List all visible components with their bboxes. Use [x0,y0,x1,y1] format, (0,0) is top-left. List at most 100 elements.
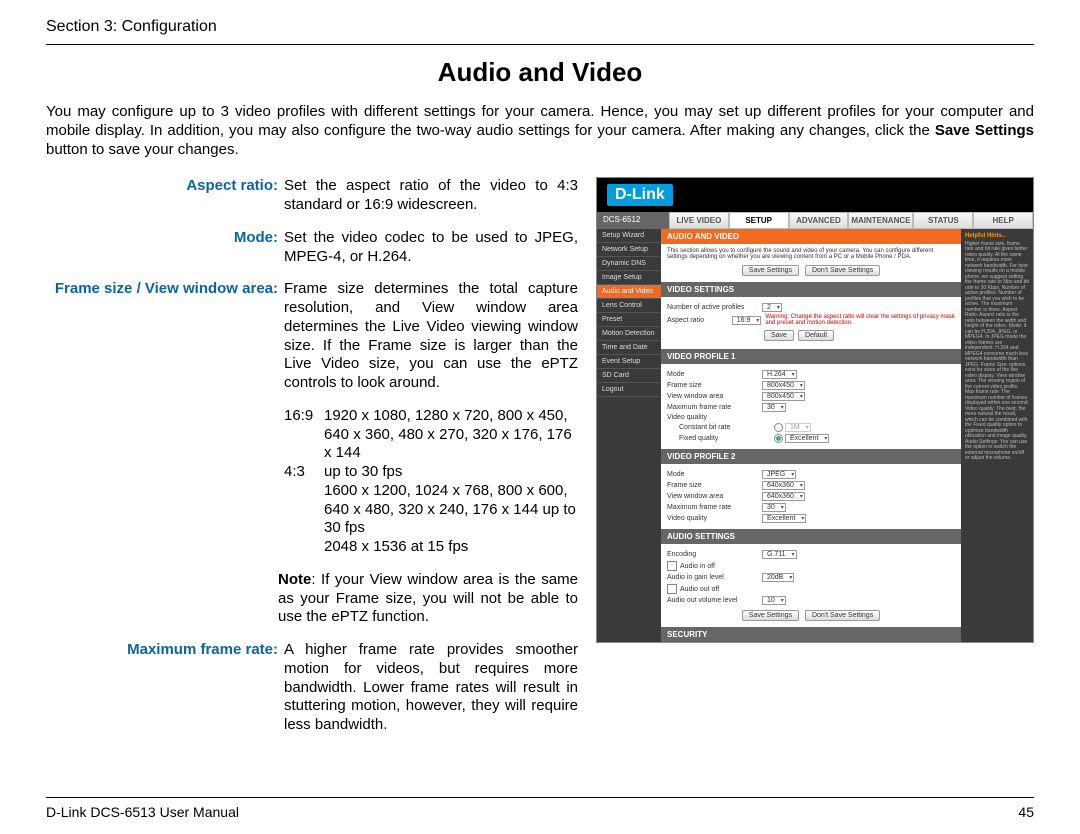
footer-page: 45 [1018,804,1034,820]
side-lens-control[interactable]: Lens Control [597,299,661,313]
vp1-lab-mfr: Maximum frame rate [667,404,762,411]
tab-advanced[interactable]: ADVANCED [789,212,849,229]
save-settings-bottom[interactable]: Save Settings [742,610,799,621]
ratio-43-line2: 640 x 480, 320 x 240, 176 x 144 up to 30… [324,501,578,539]
note-bold: Note [278,571,311,588]
shot-tabs: DCS-6512 LIVE VIDEO SETUP ADVANCED MAINT… [597,212,1033,229]
vp1-radio-cbr[interactable] [774,423,783,432]
vp1-radio-fq[interactable] [774,434,783,443]
vp1-fq[interactable]: Excellent [785,434,829,443]
vp1-lab-fq: Fixed quality [667,435,774,442]
side-audio-video[interactable]: Audio and Video [597,285,661,299]
vp2-vq[interactable]: Excellent [762,514,806,523]
vp2-lab-vw: View window area [667,493,762,500]
vp1-fs[interactable]: 800x450 [762,381,805,390]
def-aspect-label: Aspect ratio: [46,177,284,215]
vp2-lab-mode: Mode [667,471,762,478]
def-maxfr-body: A higher frame rate provides smoother mo… [284,641,578,735]
side-logout[interactable]: Logout [597,383,661,397]
vp2-lab-fs: Frame size [667,482,762,489]
shot-hints: Helpful Hints.. Higher frame size, frame… [961,229,1033,642]
hints-body: Higher frame size, frame rate and bit ra… [965,242,1029,462]
as-lab-enc: Encoding [667,551,762,558]
vp2-mode[interactable]: JPEG [762,470,796,479]
section-header: Section 3: Configuration [46,18,1034,45]
model-label: DCS-6512 [597,212,669,229]
save-settings-top[interactable]: Save Settings [742,265,799,276]
shot-sidebar: Setup Wizard Network Setup Dynamic DNS I… [597,229,661,642]
ratio-43-line3: 2048 x 1536 at 15 fps [324,538,578,557]
page-title: Audio and Video [46,57,1034,88]
hints-title: Helpful Hints.. [965,233,1029,240]
side-sd-card[interactable]: SD Card [597,369,661,383]
lab-aspect: Aspect ratio [667,317,732,324]
tab-live-video[interactable]: LIVE VIDEO [669,212,729,229]
as-vol-lab: Audio out volume level [667,597,762,604]
vp1-mode[interactable]: H.264 [762,370,797,379]
side-network-setup[interactable]: Network Setup [597,243,661,257]
chk-audio-in[interactable] [667,561,677,571]
as-vol[interactable]: 10 [762,596,786,605]
intro-part1: You may configure up to 3 video profiles… [46,103,1034,139]
vp1-lab-cbr: Constant bit rate [667,424,774,431]
intro-part2: button to save your changes. [46,141,239,158]
tab-maintenance[interactable]: MAINTENANCE [848,212,913,229]
side-preset[interactable]: Preset [597,313,661,327]
ratio-169-line3: up to 30 fps [324,463,578,482]
side-image-setup[interactable]: Image Setup [597,271,661,285]
band-security: SECURITY [661,627,961,642]
ratio-43: 4:3 [284,463,324,482]
def-mode-body: Set the video codec to be used to JPEG, … [284,229,578,267]
as-gain[interactable]: 20dB [762,573,794,582]
vp2-vw[interactable]: 640x360 [762,492,805,501]
chk-audio-out[interactable] [667,584,677,594]
aspect-warning: Warning: Change the aspect ratio will cl… [765,314,955,326]
vp1-lab-mode: Mode [667,371,762,378]
side-event-setup[interactable]: Event Setup [597,355,661,369]
band-vp2: VIDEO PROFILE 2 [661,449,961,464]
as-enc[interactable]: G.711 [762,550,797,559]
side-motion[interactable]: Motion Detection [597,327,661,341]
tab-help[interactable]: HELP [973,212,1033,229]
vs-default[interactable]: Default [798,330,834,341]
intro-bold: Save Settings [935,122,1034,139]
def-frame-body: Frame size determines the total capture … [284,280,578,393]
vp1-cbr[interactable]: 1M [785,423,811,432]
side-dynamic-dns[interactable]: Dynamic DNS [597,257,661,271]
as-out-lab: Audio out off [680,586,719,593]
vp1-lab-vw: View window area [667,393,762,400]
side-setup-wizard[interactable]: Setup Wizard [597,229,661,243]
sel-active-profiles[interactable]: 2 [762,303,782,312]
vp2-lab-mfr: Maximum frame rate [667,504,762,511]
dont-save-settings-bottom[interactable]: Don't Save Settings [805,610,880,621]
band-video-settings: VIDEO SETTINGS [661,282,961,297]
as-gain-lab: Audio in gain level [667,574,762,581]
shot-main: AUDIO AND VIDEO This section allows you … [661,229,961,642]
shot-header: D-Link [597,178,1033,212]
def-mode-label: Mode: [46,229,284,267]
def-maxfr-label: Maximum frame rate: [46,641,284,735]
vs-save[interactable]: Save [764,330,794,341]
ratio-169: 16:9 [284,407,324,426]
side-time-date[interactable]: Time and Date [597,341,661,355]
vp1-vw[interactable]: 800x450 [762,392,805,401]
band-audio-video: AUDIO AND VIDEO [661,229,961,244]
sel-aspect[interactable]: 16:9 [732,316,762,325]
vp2-lab-vq: Video quality [667,515,762,522]
vp2-mfr[interactable]: 30 [762,503,786,512]
resolution-table: 16:9 4:3 1920 x 1080, 1280 x 720, 800 x … [46,407,578,557]
tab-status[interactable]: STATUS [913,212,973,229]
ratio-43-line1: 1600 x 1200, 1024 x 768, 800 x 600, [324,482,578,501]
vp2-fs[interactable]: 640x360 [762,481,805,490]
vp1-lab-fs: Frame size [667,382,762,389]
av-desc: This section allows you to configure the… [667,248,955,260]
tab-setup[interactable]: SETUP [729,212,789,229]
ratio-169-line1: 1920 x 1080, 1280 x 720, 800 x 450, [324,407,578,426]
band-audio-settings: AUDIO SETTINGS [661,529,961,544]
dont-save-settings-top[interactable]: Don't Save Settings [805,265,880,276]
vp1-mfr[interactable]: 30 [762,403,786,412]
ratio-169-line2: 640 x 360, 480 x 270, 320 x 176, 176 x 1… [324,426,578,464]
brand-logo: D-Link [607,184,673,206]
note-text: Note: If your View window area is the sa… [278,571,578,627]
note-body: : If your View window area is the same a… [278,571,578,626]
